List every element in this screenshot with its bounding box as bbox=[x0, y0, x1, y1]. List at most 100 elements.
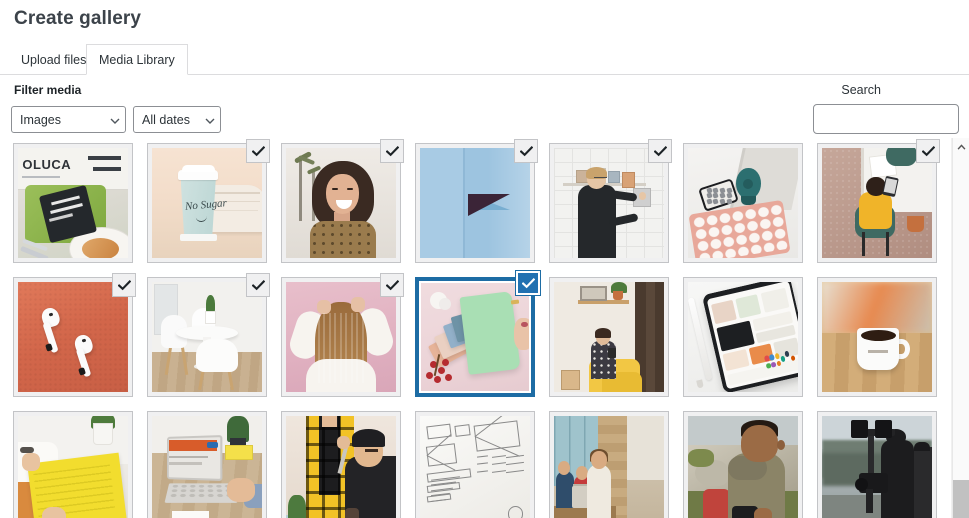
attachment-woman-hands-in-hair[interactable] bbox=[281, 273, 404, 397]
thumbnail-inner bbox=[286, 282, 396, 392]
attachment-thumbnail bbox=[817, 411, 937, 518]
thumbnail-inner: OLUCA bbox=[18, 148, 128, 258]
thumbnail-image: No Sugar bbox=[152, 148, 262, 258]
thumbnail-inner bbox=[822, 416, 932, 518]
media-date-select-value: All dates bbox=[142, 112, 190, 127]
thumbnail-inner bbox=[688, 416, 798, 518]
attachment-man-hanging-pictures[interactable] bbox=[549, 139, 672, 263]
thumbnail-inner bbox=[822, 148, 932, 258]
thumbnail-inner bbox=[554, 282, 664, 392]
attachment-magazine-food-flatlay[interactable]: OLUCA bbox=[13, 143, 133, 263]
attachment-thumbnail bbox=[683, 411, 803, 518]
attachment-thumbnail bbox=[817, 277, 937, 397]
attachment-thumbnail bbox=[683, 143, 803, 263]
thumbnail-inner bbox=[18, 282, 128, 392]
attachment-coffee-cup-no-sugar[interactable]: No Sugar bbox=[147, 139, 270, 263]
attachment-pastel-notebooks[interactable] bbox=[415, 271, 540, 397]
thumbnail-inner bbox=[688, 282, 798, 392]
attachments-row bbox=[13, 406, 945, 518]
attachment-two-people-plaid-coat[interactable] bbox=[281, 411, 401, 518]
thumbnail-image bbox=[286, 416, 396, 518]
media-type-select[interactable]: Images bbox=[11, 106, 126, 133]
check-icon[interactable] bbox=[246, 273, 270, 297]
thumbnail-inner bbox=[822, 282, 932, 392]
attachment-thumbnail bbox=[415, 277, 535, 397]
thumbnail-inner bbox=[554, 416, 664, 518]
thumbnail-inner bbox=[420, 148, 530, 258]
search-label: Search bbox=[841, 83, 881, 97]
thumbnail-inner bbox=[152, 282, 262, 392]
thumbnail-image bbox=[554, 148, 664, 258]
scroll-up-button[interactable] bbox=[953, 138, 969, 155]
thumbnail-image bbox=[688, 148, 798, 258]
thumbnail-inner bbox=[286, 416, 396, 518]
attachment-airpods-orange[interactable] bbox=[13, 273, 136, 397]
thumbnail-image bbox=[152, 282, 262, 392]
attachment-person-reading-yellow-chair[interactable] bbox=[549, 277, 669, 397]
chevron-down-icon bbox=[110, 118, 120, 124]
check-icon[interactable] bbox=[112, 273, 136, 297]
vertical-scrollbar[interactable] bbox=[952, 138, 969, 518]
search-input[interactable] bbox=[813, 104, 959, 134]
attachment-blue-abstract-geometry[interactable] bbox=[415, 139, 538, 263]
attachment-videographer-gimbal-rig[interactable] bbox=[817, 411, 937, 518]
scrollbar-thumb[interactable] bbox=[953, 480, 969, 518]
check-icon[interactable] bbox=[916, 139, 940, 163]
thumbnail-image bbox=[688, 282, 798, 392]
attachment-thumbnail bbox=[13, 411, 133, 518]
page-title: Create gallery bbox=[14, 8, 142, 29]
thumbnail-image bbox=[554, 416, 664, 518]
check-icon[interactable] bbox=[514, 139, 538, 163]
thumbnail-image bbox=[421, 283, 529, 391]
attachments-grid: OLUCA No Sugar bbox=[0, 138, 945, 518]
attachment-white-table-chairs[interactable] bbox=[147, 273, 270, 397]
create-gallery-modal: Create gallery Upload files Media Librar… bbox=[0, 0, 969, 518]
thumbnail-image bbox=[822, 148, 932, 258]
thumbnail-image bbox=[688, 416, 798, 518]
attachment-thumbnail: OLUCA bbox=[13, 143, 133, 263]
attachments-row: OLUCA No Sugar bbox=[13, 138, 945, 272]
attachment-coworking-group-laptop[interactable] bbox=[549, 411, 669, 518]
thumbnail-inner bbox=[554, 148, 664, 258]
attachment-desk-charger-keyboard[interactable] bbox=[683, 143, 803, 263]
attachment-smiling-woman-palms[interactable] bbox=[281, 139, 404, 263]
attachment-thumbnail bbox=[683, 277, 803, 397]
thumbnail-image bbox=[152, 416, 262, 518]
attachment-thumbnail bbox=[147, 411, 267, 518]
thumbnail-image bbox=[420, 416, 530, 518]
thumbnail-image bbox=[286, 282, 396, 392]
check-icon[interactable] bbox=[380, 273, 404, 297]
thumbnail-inner: No Sugar bbox=[152, 148, 262, 258]
tab-media-library-label: Media Library bbox=[99, 52, 175, 67]
attachment-laptop-desk-hands[interactable] bbox=[147, 411, 267, 518]
attachment-woman-desk-overhead[interactable] bbox=[817, 139, 940, 263]
tab-upload-files-label: Upload files bbox=[21, 53, 87, 67]
thumbnail-inner bbox=[286, 148, 396, 258]
attachment-man-camera-outdoors[interactable] bbox=[683, 411, 803, 518]
chevron-down-icon bbox=[205, 118, 215, 124]
attachment-thumbnail bbox=[549, 411, 669, 518]
thumbnail-inner bbox=[420, 416, 530, 518]
attachment-coffee-mug-wood[interactable] bbox=[817, 277, 937, 397]
attachments-row bbox=[13, 271, 945, 406]
thumbnail-inner bbox=[152, 416, 262, 518]
thumbnail-image bbox=[18, 416, 128, 518]
attachment-thumbnail bbox=[549, 277, 669, 397]
attachments-grid-scroll[interactable]: OLUCA No Sugar bbox=[0, 138, 945, 518]
thumbnail-image bbox=[822, 416, 932, 518]
tab-media-library[interactable]: Media Library bbox=[86, 44, 188, 75]
filter-toolbar: Filter media Images All dates Search bbox=[0, 76, 969, 136]
filter-media-label: Filter media bbox=[14, 83, 82, 97]
check-icon[interactable] bbox=[380, 139, 404, 163]
scrollbar-track[interactable] bbox=[953, 155, 969, 518]
attachment-hands-yellow-book[interactable] bbox=[13, 411, 133, 518]
media-date-select[interactable]: All dates bbox=[133, 106, 221, 133]
thumbnail-inner bbox=[688, 148, 798, 258]
attachment-wireframe-sketches[interactable] bbox=[415, 411, 535, 518]
check-icon[interactable] bbox=[246, 139, 270, 163]
check-icon[interactable] bbox=[648, 139, 672, 163]
attachment-tablet-design-app[interactable] bbox=[683, 277, 803, 397]
check-icon[interactable] bbox=[516, 271, 540, 295]
thumbnail-image: OLUCA bbox=[18, 148, 128, 258]
attachment-thumbnail bbox=[415, 411, 535, 518]
